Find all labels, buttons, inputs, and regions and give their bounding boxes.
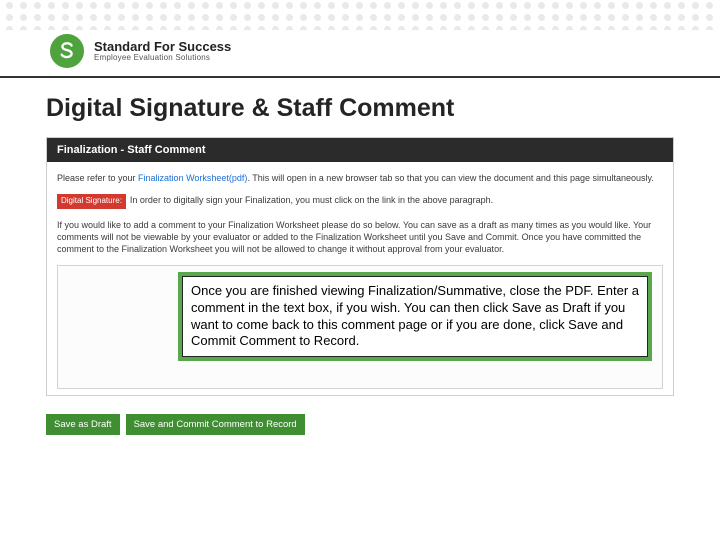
instruction-paragraph-3: If you would like to add a comment to yo…: [57, 219, 663, 255]
decorative-dot-band: [0, 0, 720, 30]
comment-textarea[interactable]: Once you are finished viewing Finalizati…: [57, 265, 663, 389]
instruction-callout: Once you are finished viewing Finalizati…: [178, 272, 652, 361]
instruction-paragraph-1: Please refer to your Finalization Worksh…: [57, 172, 663, 184]
save-as-draft-button[interactable]: Save as Draft: [46, 414, 120, 435]
digital-signature-badge: Digital Signature:: [57, 194, 126, 209]
brand-tagline: Employee Evaluation Solutions: [94, 54, 231, 62]
brand-logo-icon: [50, 34, 84, 68]
finalization-worksheet-link[interactable]: Finalization Worksheet(pdf): [138, 173, 247, 183]
brand-header: Standard For Success Employee Evaluation…: [0, 30, 720, 74]
panel-body: Please refer to your Finalization Worksh…: [47, 162, 673, 395]
action-button-row: Save as Draft Save and Commit Comment to…: [46, 414, 674, 435]
callout-text: Once you are finished viewing Finalizati…: [182, 276, 648, 357]
page-title: Digital Signature & Staff Comment: [46, 94, 674, 123]
finalization-panel: Finalization - Staff Comment Please refe…: [46, 137, 674, 396]
para2-text: In order to digitally sign your Finaliza…: [130, 195, 493, 205]
panel-header: Finalization - Staff Comment: [47, 138, 673, 162]
para1-pre: Please refer to your: [57, 173, 138, 183]
save-and-commit-button[interactable]: Save and Commit Comment to Record: [126, 414, 305, 435]
para1-post: . This will open in a new browser tab so…: [247, 173, 653, 183]
brand-name: Standard For Success: [94, 40, 231, 54]
instruction-paragraph-2: Digital Signature: In order to digitally …: [57, 194, 663, 209]
